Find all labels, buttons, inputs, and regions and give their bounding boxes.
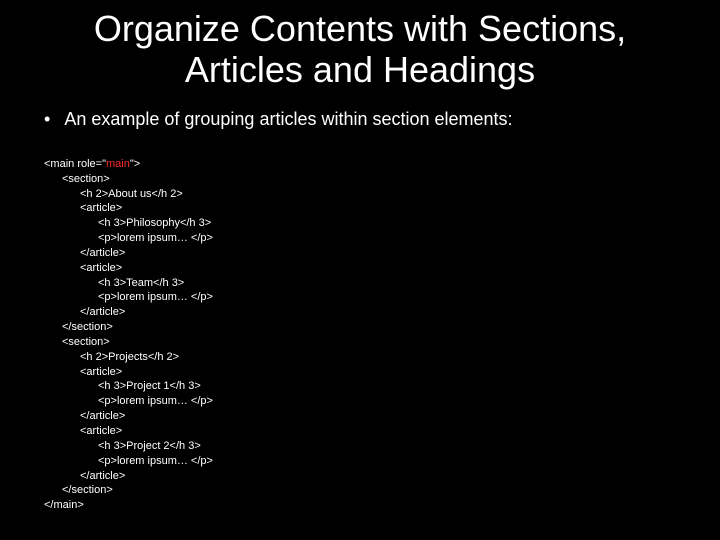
code-attr-value: main (106, 158, 130, 170)
code-line: </article> (44, 409, 125, 424)
slide-title: Organize Contents with Sections, Article… (40, 8, 680, 91)
code-text: <main role=" (44, 158, 106, 170)
code-line: <article> (44, 261, 122, 276)
code-line: <p>lorem ipsum… </p> (44, 231, 213, 246)
code-line: <h 2>Projects</h 2> (44, 350, 179, 365)
code-line: <article> (44, 424, 122, 439)
code-line: </article> (44, 246, 125, 261)
code-line: <h 3>Philosophy</h 3> (44, 216, 211, 231)
code-line: </section> (44, 320, 113, 335)
code-line: <main role="main"> (44, 157, 140, 172)
code-line: </section> (44, 483, 113, 498)
code-line: </article> (44, 305, 125, 320)
code-line: <section> (44, 172, 110, 187)
code-line: </main> (44, 498, 84, 513)
code-line: <article> (44, 201, 122, 216)
bullet-text: An example of grouping articles within s… (64, 107, 512, 132)
code-line: <h 3>Team</h 3> (44, 276, 184, 291)
code-line: <article> (44, 365, 122, 380)
slide: Organize Contents with Sections, Article… (0, 0, 720, 540)
code-line: <h 2>About us</h 2> (44, 187, 183, 202)
code-line: <p>lorem ipsum… </p> (44, 394, 213, 409)
code-line: <p>lorem ipsum… </p> (44, 454, 213, 469)
code-line: <p>lorem ipsum… </p> (44, 290, 213, 305)
code-line: </article> (44, 469, 125, 484)
bullet-dot: • (44, 107, 50, 132)
code-line: <h 3>Project 1</h 3> (44, 379, 201, 394)
bullet-item: • An example of grouping articles within… (44, 107, 680, 132)
code-block: <main role="main"> <section> <h 2>About … (44, 142, 680, 528)
code-line: <section> (44, 335, 110, 350)
code-line: <h 3>Project 2</h 3> (44, 439, 201, 454)
code-text: "> (130, 158, 140, 170)
